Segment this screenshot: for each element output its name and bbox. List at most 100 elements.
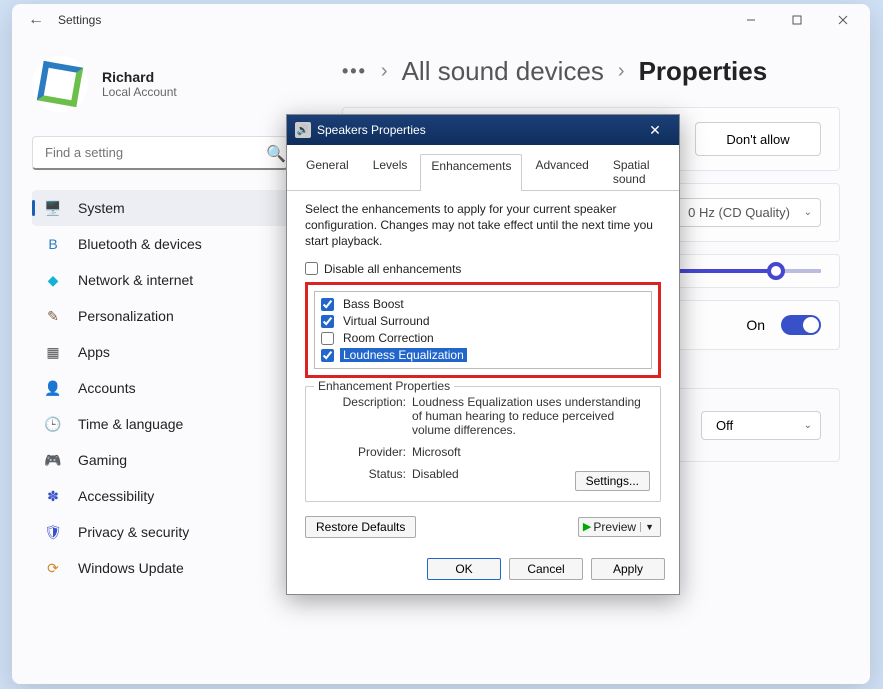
enhancement-loudness-equalization[interactable]: Loudness Equalization: [321, 347, 645, 364]
format-value: 0 Hz (CD Quality): [688, 205, 790, 220]
cancel-button[interactable]: Cancel: [509, 558, 583, 580]
enhancement-label: Room Correction: [340, 331, 437, 345]
nav-label: System: [78, 200, 125, 216]
chevron-right-icon: ›: [618, 60, 625, 83]
maximize-button[interactable]: [774, 5, 820, 35]
tab-levels[interactable]: Levels: [362, 153, 419, 190]
sidebar-item-personalization[interactable]: ✎ Personalization: [32, 298, 304, 334]
speaker-icon: 🔊: [295, 122, 311, 138]
nav-label: Bluetooth & devices: [78, 236, 202, 252]
nav-label: Accounts: [78, 380, 136, 396]
enhancements-instruction: Select the enhancements to apply for you…: [305, 201, 661, 250]
nav-icon: ✽: [44, 487, 62, 505]
dont-allow-button[interactable]: Don't allow: [695, 122, 821, 156]
nav-label: Windows Update: [78, 560, 184, 576]
chevron-right-icon: ›: [381, 60, 388, 83]
sidebar-item-time-language[interactable]: 🕒 Time & language: [32, 406, 304, 442]
enhancement-virtual-surround[interactable]: Virtual Surround: [321, 313, 645, 330]
disable-all-checkbox[interactable]: [305, 262, 318, 275]
preview-label: Preview: [593, 520, 636, 534]
nav-label: Network & internet: [78, 272, 193, 288]
dialog-footer: OK Cancel Apply: [287, 548, 679, 594]
dialog-close-button[interactable]: ✕: [635, 118, 675, 142]
sidebar-item-accounts[interactable]: 👤 Accounts: [32, 370, 304, 406]
ok-button[interactable]: OK: [427, 558, 501, 580]
sidebar-item-privacy-security[interactable]: 🛡 Privacy & security: [32, 514, 304, 550]
nav-icon: ▦: [44, 343, 62, 361]
chevron-down-icon: ▼: [640, 522, 654, 532]
enhancement-checkbox[interactable]: [321, 349, 334, 362]
enhancements-list: Bass Boost Virtual Surround Room Correctio…: [314, 291, 652, 369]
chevron-down-icon: ⌄: [804, 420, 812, 431]
search-box: 🔍: [32, 136, 304, 170]
nav-icon: B: [44, 235, 62, 253]
chevron-down-icon: ⌄: [804, 207, 812, 218]
on-label: On: [746, 317, 765, 333]
sidebar-item-gaming[interactable]: 🎮Gaming: [32, 442, 304, 478]
nav-list: 🖥️ System B Bluetooth & devices ◆ Network & i…: [32, 190, 304, 586]
sidebar-item-accessibility[interactable]: ✽ Accessibility: [32, 478, 304, 514]
enhancement-checkbox[interactable]: [321, 315, 334, 328]
speakers-properties-dialog: 🔊 Speakers Properties ✕ GeneralLevelsEnh…: [286, 114, 680, 595]
dialog-tabs: GeneralLevelsEnhancementsAdvancedSpatial…: [287, 145, 679, 191]
user-block[interactable]: Richard Local Account: [32, 56, 304, 112]
minimize-button[interactable]: [728, 5, 774, 35]
enhancement-settings-button[interactable]: Settings...: [575, 471, 650, 491]
breadcrumb-more[interactable]: •••: [342, 61, 367, 82]
tab-spatial-sound[interactable]: Spatial sound: [602, 153, 671, 190]
titlebar: ← Settings: [12, 4, 870, 36]
disable-all-row[interactable]: Disable all enhancements: [305, 262, 661, 276]
nav-icon: ◆: [44, 271, 62, 289]
breadcrumb-last: Properties: [639, 56, 768, 87]
nav-icon: ✎: [44, 307, 62, 325]
close-button[interactable]: [820, 5, 866, 35]
enhancement-label: Bass Boost: [340, 297, 407, 311]
sidebar-item-apps[interactable]: ▦ Apps: [32, 334, 304, 370]
dialog-title: Speakers Properties: [317, 123, 426, 137]
enhancement-bass-boost[interactable]: Bass Boost: [321, 296, 645, 313]
back-button[interactable]: ←: [16, 11, 56, 29]
tab-general[interactable]: General: [295, 153, 360, 190]
nav-label: Accessibility: [78, 488, 154, 504]
search-input[interactable]: [32, 136, 288, 170]
sidebar-item-system[interactable]: 🖥️ System: [32, 190, 304, 226]
nav-label: Apps: [78, 344, 110, 360]
disable-all-label: Disable all enhancements: [324, 262, 461, 276]
nav-icon: 🖥️: [44, 199, 62, 217]
nav-icon: 🕒: [44, 415, 62, 433]
format-select[interactable]: 0 Hz (CD Quality) ⌄: [675, 198, 821, 227]
props-provider: Microsoft: [412, 445, 650, 459]
nav-icon: 👤: [44, 379, 62, 397]
preview-button[interactable]: ▶ Preview ▼: [578, 517, 661, 537]
user-sub: Local Account: [102, 85, 177, 99]
props-desc: Loudness Equalization uses understanding…: [412, 395, 650, 437]
sidebar-item-windows-update[interactable]: ⟳ Windows Update: [32, 550, 304, 586]
nav-label: Time & language: [78, 416, 183, 432]
nav-icon: 🛡: [44, 523, 62, 541]
sidebar: Richard Local Account 🔍 🖥️ System B Bluetoo…: [12, 36, 312, 684]
sidebar-item-network-internet[interactable]: ◆ Network & internet: [32, 262, 304, 298]
spatial-select[interactable]: Off ⌄: [701, 411, 821, 440]
props-legend: Enhancement Properties: [314, 379, 454, 393]
nav-icon: ⟳: [44, 559, 62, 577]
enhance-toggle[interactable]: [781, 315, 821, 335]
enhancement-label: Virtual Surround: [340, 314, 433, 328]
apply-button[interactable]: Apply: [591, 558, 665, 580]
props-provider-label: Provider:: [316, 445, 412, 459]
sidebar-item-bluetooth-devices[interactable]: B Bluetooth & devices: [32, 226, 304, 262]
breadcrumb: ••• › All sound devices › Properties: [342, 56, 840, 87]
dialog-titlebar: 🔊 Speakers Properties ✕: [287, 115, 679, 145]
nav-icon: 🎮: [44, 451, 62, 469]
enhancement-checkbox[interactable]: [321, 332, 334, 345]
nav-label: Personalization: [78, 308, 174, 324]
props-desc-label: Description:: [316, 395, 412, 437]
nav-label: Privacy & security: [78, 524, 189, 540]
window-title: Settings: [58, 13, 101, 27]
tab-enhancements[interactable]: Enhancements: [420, 154, 522, 191]
enhancement-room-correction[interactable]: Room Correction: [321, 330, 645, 347]
enhancement-checkbox[interactable]: [321, 298, 334, 311]
user-name: Richard: [102, 69, 177, 85]
tab-advanced[interactable]: Advanced: [524, 153, 599, 190]
restore-defaults-button[interactable]: Restore Defaults: [305, 516, 416, 538]
breadcrumb-mid[interactable]: All sound devices: [402, 56, 604, 87]
